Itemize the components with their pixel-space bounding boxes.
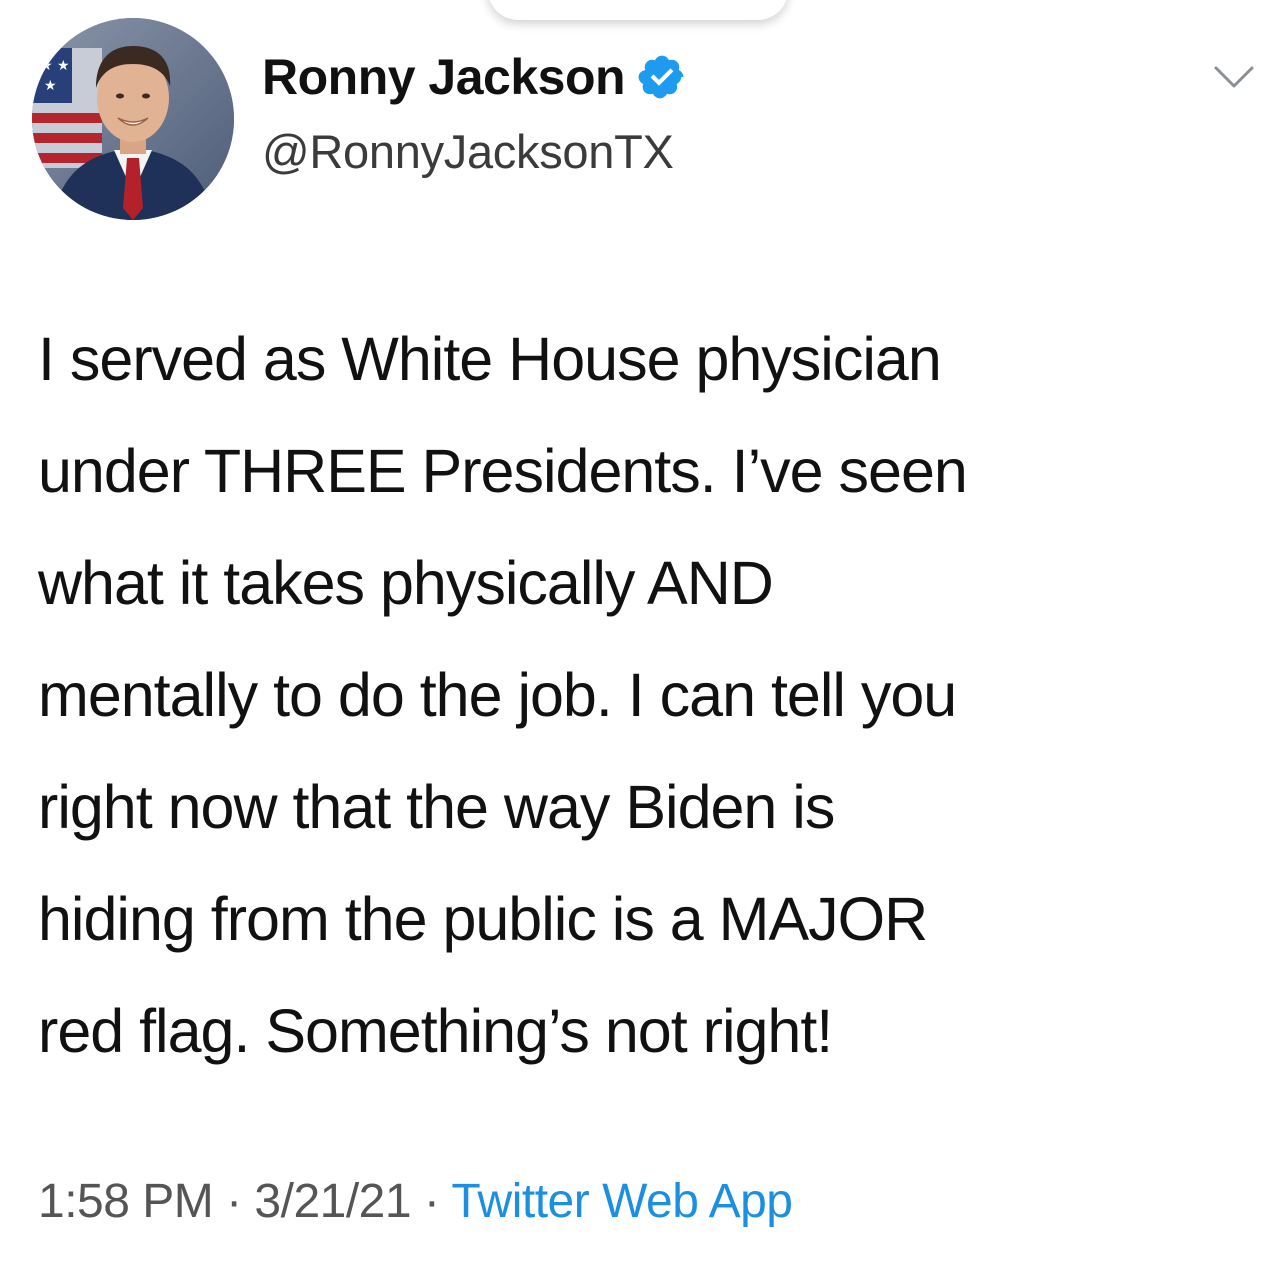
avatar-photo: ★ ★ ★ bbox=[32, 18, 234, 220]
tweet-date[interactable]: 3/21/21 bbox=[254, 1175, 411, 1228]
tweet-line: right now that the way Biden is bbox=[38, 773, 835, 841]
tweet-text: I served as White House physician under … bbox=[38, 303, 1263, 1087]
display-name[interactable]: Ronny Jackson bbox=[262, 52, 626, 102]
top-pill-decoration bbox=[488, 0, 788, 20]
verified-badge-icon bbox=[638, 55, 684, 99]
tweet-line: what it takes physically AND bbox=[38, 549, 774, 617]
tweet-source-link[interactable]: Twitter Web App bbox=[451, 1175, 793, 1228]
tweet-line: red flag. Something’s not right! bbox=[38, 997, 833, 1065]
meta-separator: · bbox=[411, 1175, 452, 1228]
tweet-meta: 1:58 PM · 3/21/21 · Twitter Web App bbox=[38, 1175, 793, 1228]
avatar[interactable]: ★ ★ ★ bbox=[32, 18, 234, 220]
user-handle[interactable]: @RonnyJacksonTX bbox=[262, 128, 674, 175]
chevron-down-icon[interactable] bbox=[1212, 62, 1256, 92]
name-row: Ronny Jackson bbox=[262, 52, 687, 102]
tweet-line: I served as White House physician bbox=[38, 325, 942, 393]
meta-separator: · bbox=[213, 1175, 255, 1228]
tweet-line: mentally to do the job. I can tell you bbox=[38, 661, 957, 729]
svg-text:★: ★ bbox=[44, 78, 57, 94]
tweet-line: under THREE Presidents. I’ve seen bbox=[38, 437, 968, 505]
tweet-line: hiding from the public is a MAJOR bbox=[38, 885, 928, 953]
svg-text:★ ★: ★ ★ bbox=[40, 58, 70, 74]
tweet-time[interactable]: 1:58 PM bbox=[38, 1175, 214, 1228]
